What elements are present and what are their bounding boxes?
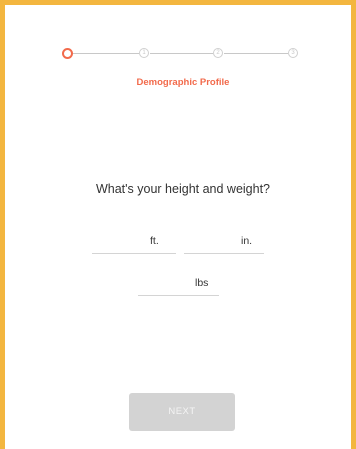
app-frame: 1 2 3 Demographic Profile What's your he… — [0, 0, 356, 449]
weight-field[interactable]: lbs — [138, 275, 219, 296]
stepper-connector — [224, 53, 288, 54]
step-indicator-3: 3 — [288, 48, 298, 58]
step-number: 2 — [216, 50, 220, 56]
height-feet-input[interactable] — [92, 233, 176, 251]
weight-unit: lbs — [195, 277, 209, 289]
question-label: What's your height and weight? — [95, 182, 271, 196]
stepper-connector — [150, 53, 213, 54]
stepper-connector — [73, 53, 139, 54]
step-indicator-1: 1 — [139, 48, 149, 58]
next-button[interactable]: NEXT — [129, 393, 235, 431]
step-indicator-2: 2 — [213, 48, 223, 58]
progress-stepper: 1 2 3 — [62, 47, 302, 60]
step-number: 1 — [142, 50, 146, 56]
step-title: Demographic Profile — [136, 77, 230, 88]
step-number: 3 — [291, 50, 295, 56]
step-indicator-current — [62, 47, 73, 59]
height-feet-field[interactable]: ft. — [92, 233, 176, 254]
height-inches-field[interactable]: in. — [184, 233, 264, 254]
height-inches-unit: in. — [241, 235, 253, 247]
height-feet-unit: ft. — [150, 235, 159, 247]
